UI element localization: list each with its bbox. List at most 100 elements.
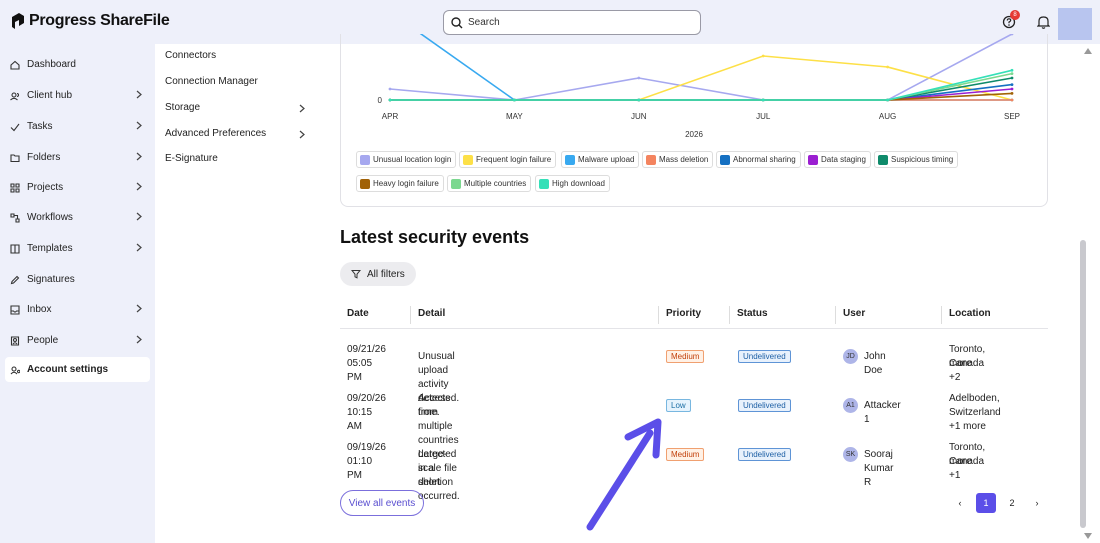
legend-swatch (539, 178, 549, 189)
legend-label: Mass deletion (659, 155, 709, 164)
legend-item-unusual-location-login[interactable]: Unusual location login (356, 151, 457, 168)
data-point[interactable] (1010, 87, 1014, 91)
data-point[interactable] (388, 98, 392, 102)
chevron-right-icon (136, 152, 142, 161)
legend-swatch (720, 154, 730, 165)
home-icon (10, 60, 20, 70)
all-filters-button[interactable]: All filters (340, 262, 416, 286)
legend-label: Heavy login failure (373, 179, 439, 188)
sidebar-item-label: Dashboard (27, 59, 76, 70)
status-badge: Undelivered (738, 399, 791, 412)
legend-item-heavy-login-failure[interactable]: Heavy login failure (356, 175, 444, 192)
data-point[interactable] (637, 98, 641, 102)
event-date: 09/20/26 (347, 393, 386, 404)
sidebar-item-folders[interactable]: Folders (5, 145, 150, 170)
user-avatar[interactable] (1058, 8, 1092, 40)
column-header-detail[interactable]: Detail (418, 308, 445, 319)
view-all-events-button[interactable]: View all events (340, 490, 424, 516)
data-point[interactable] (1010, 72, 1014, 75)
legend-label: Malware upload (578, 155, 635, 164)
bell-icon (1036, 16, 1050, 29)
data-point[interactable] (886, 98, 889, 102)
notifications-button[interactable] (1033, 12, 1053, 32)
scroll-down-icon (1084, 533, 1092, 539)
chevron-right-icon (136, 304, 142, 313)
user-name: Sooraj Kumar R (864, 449, 894, 488)
column-divider (658, 306, 659, 324)
legend-item-data-staging[interactable]: Data staging (804, 151, 871, 168)
data-point[interactable] (886, 65, 889, 69)
sidebar-item-workflows[interactable]: Workflows (5, 205, 150, 230)
sidebar-item-client-hub[interactable]: Client hub (5, 83, 150, 108)
sidebar-item-projects[interactable]: Projects (5, 175, 150, 200)
data-point[interactable] (637, 76, 641, 80)
notification-badge: 8 (1010, 10, 1020, 20)
legend-swatch (360, 178, 370, 189)
data-point[interactable] (761, 54, 765, 58)
sidebar-item-tasks[interactable]: Tasks (5, 114, 150, 139)
workflow-icon (10, 212, 20, 223)
search-box[interactable] (443, 10, 701, 35)
next-page-button[interactable]: › (1027, 493, 1047, 513)
legend-item-high-download[interactable]: High download (535, 175, 610, 192)
sidebar-item-dashboard[interactable]: Dashboard (5, 52, 150, 77)
app-logo[interactable]: Progress ShareFile (11, 12, 170, 30)
column-header-user[interactable]: User (843, 308, 865, 319)
page-1-button[interactable]: 1 (976, 493, 996, 513)
sidebar-item-account-settings[interactable]: Account settings (5, 357, 150, 382)
data-point[interactable] (1010, 76, 1014, 80)
submenu-item-connectors[interactable]: Connectors (165, 49, 305, 63)
submenu-item-e-signature[interactable]: E-Signature (165, 152, 305, 166)
data-point[interactable] (1010, 98, 1014, 102)
submenu-item-label: Connection Manager (165, 76, 258, 87)
status-badge: Undelivered (738, 448, 791, 461)
chevron-right-icon (136, 121, 142, 130)
pen-icon (10, 275, 20, 284)
series-line-unusual-location-login[interactable] (389, 34, 1013, 101)
legend-item-mass-deletion[interactable]: Mass deletion (642, 151, 714, 168)
submenu-item-label: Connectors (165, 50, 217, 61)
x-tick-label: JUN (631, 112, 647, 121)
legend-item-frequent-login-failure[interactable]: Frequent login failure (459, 151, 557, 168)
submenu-item-label: Advanced Preferences (165, 128, 267, 139)
submenu-item-storage[interactable]: Storage (165, 101, 305, 115)
scrollbar-thumb[interactable] (1080, 240, 1086, 528)
data-point[interactable] (513, 98, 516, 102)
search-input[interactable] (468, 17, 688, 28)
data-point[interactable] (1010, 68, 1014, 72)
settings-icon (10, 365, 20, 374)
column-header-status[interactable]: Status (737, 308, 768, 319)
sidebar-item-inbox[interactable]: Inbox (5, 297, 150, 322)
submenu-item-advanced-preferences[interactable]: Advanced Preferences (165, 127, 305, 141)
legend-item-multiple-countries[interactable]: Multiple countries (447, 175, 532, 192)
series-line-malware-upload[interactable] (390, 34, 1012, 101)
data-point[interactable] (1010, 83, 1014, 86)
x-tick-label: APR (382, 112, 399, 121)
projects-icon (10, 182, 20, 193)
data-point[interactable] (388, 87, 392, 91)
folder-icon (10, 153, 20, 162)
progress-logo-icon (12, 13, 24, 29)
page-2-button[interactable]: 2 (1002, 493, 1022, 513)
legend-item-suspicious-timing[interactable]: Suspicious timing (874, 151, 959, 168)
submenu-item-connection-manager[interactable]: Connection Manager (165, 75, 305, 89)
sidebar-item-signatures[interactable]: Signatures (5, 267, 150, 292)
data-point[interactable] (761, 98, 765, 102)
column-header-date[interactable]: Date (347, 308, 369, 319)
sidebar-item-label: Account settings (27, 364, 109, 375)
legend-item-abnormal-sharing[interactable]: Abnormal sharing (716, 151, 801, 168)
sidebar-item-label: Projects (27, 182, 64, 193)
prev-page-button[interactable]: ‹ (950, 493, 970, 513)
legend-label: Multiple countries (464, 179, 527, 188)
data-point[interactable] (1010, 92, 1014, 95)
help-button[interactable]: 8 (999, 10, 1020, 32)
legend-item-malware-upload[interactable]: Malware upload (561, 151, 640, 168)
sidebar-item-templates[interactable]: Templates (5, 236, 150, 261)
column-header-location[interactable]: Location (949, 308, 991, 319)
sidebar-item-people[interactable]: People (5, 328, 150, 353)
legend-swatch (646, 154, 656, 165)
column-header-priority[interactable]: Priority (666, 308, 701, 319)
column-divider (410, 306, 411, 324)
user-avatar: SK (843, 447, 858, 462)
check-icon (10, 123, 20, 131)
